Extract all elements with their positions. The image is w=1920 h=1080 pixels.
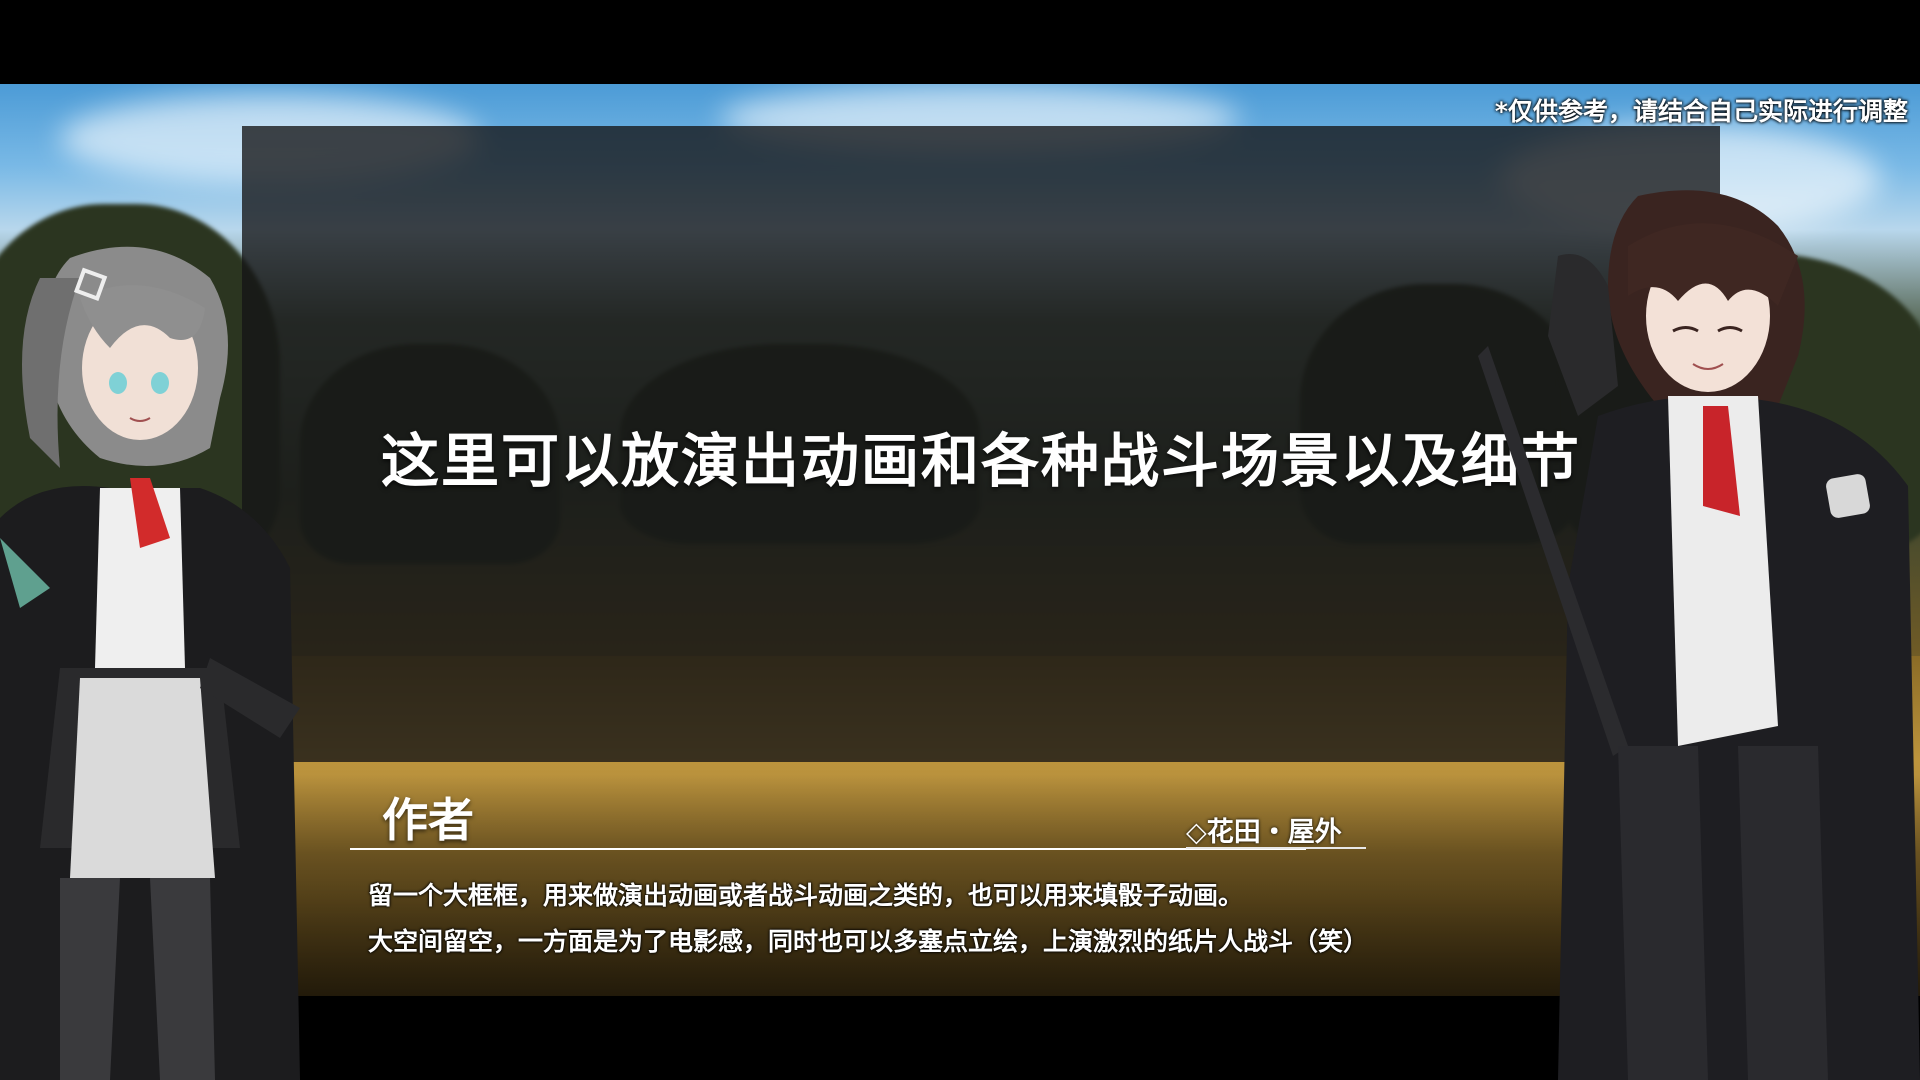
dialog-divider <box>350 848 1306 850</box>
speaker-name: 作者 <box>382 793 474 847</box>
dialog-line-1: 留一个大框框，用来做演出动画或者战斗动画之类的，也可以用来填骰子动画。 <box>368 881 1244 910</box>
letterbox-top <box>0 0 1920 84</box>
dialog-line-2: 大空间留空，一方面是为了电影感，同时也可以多塞点立绘，上演激烈的纸片人战斗（笑） <box>368 927 1369 956</box>
right-character-sprite <box>1478 190 1920 1080</box>
location-label: ◇花田・屋外 <box>1186 817 1342 848</box>
left-character-sprite <box>0 246 300 1080</box>
location-underline <box>1186 847 1366 849</box>
reference-note: *仅供参考，请结合自己实际进行调整 <box>1494 97 1908 126</box>
